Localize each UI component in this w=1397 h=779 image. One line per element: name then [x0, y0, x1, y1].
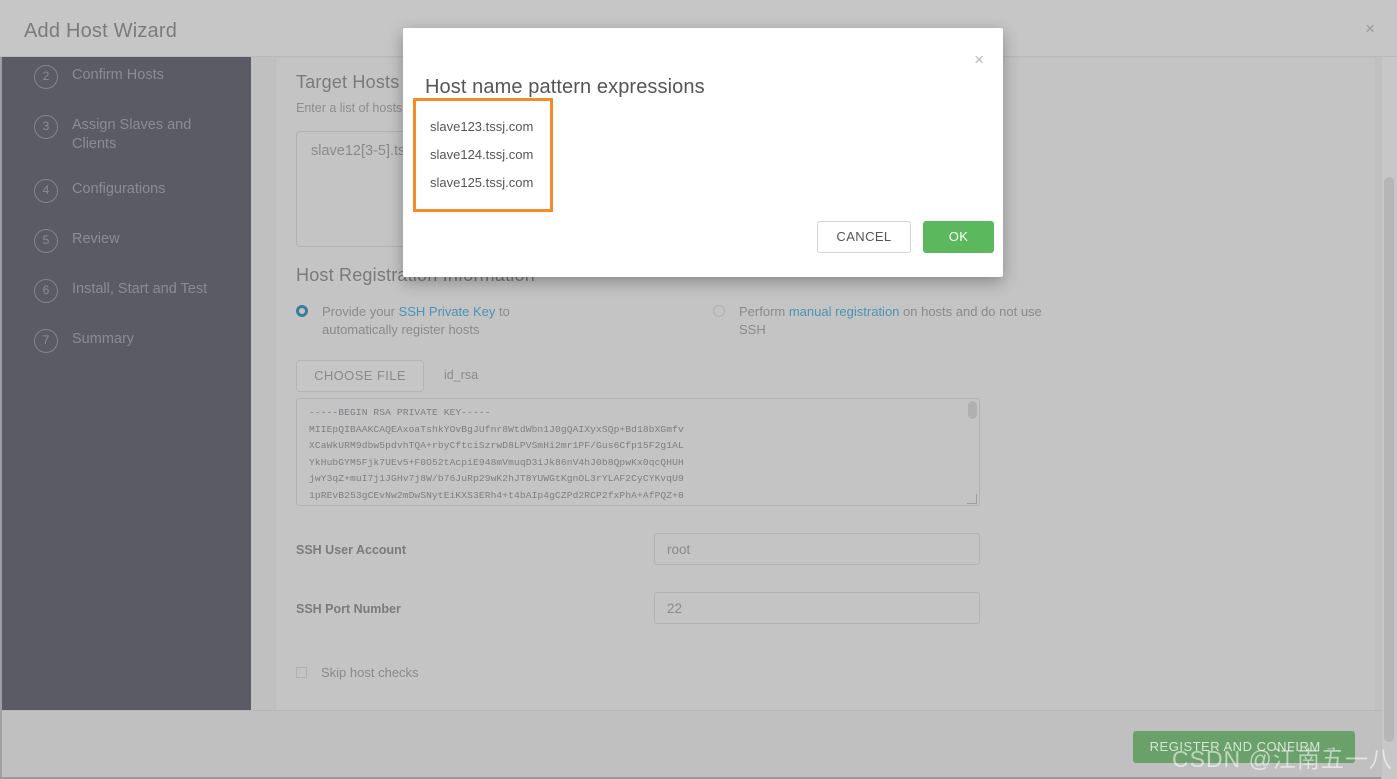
step-number: 5: [34, 229, 58, 253]
modal-close-icon[interactable]: ×: [974, 51, 984, 68]
add-host-wizard-screen: Add Host Wizard × 2 Confirm Hosts 3 Assign …: [0, 0, 1397, 779]
modal-footer: [403, 215, 1003, 277]
wizard-steps-sidebar: 2 Confirm Hosts 3 Assign Slaves and Clients…: [2, 57, 251, 710]
sidebar-step-3[interactable]: 3 Assign Slaves and Clients: [2, 115, 254, 154]
target-hosts-title: Target Hosts: [296, 72, 400, 92]
radio-unselected-icon: [713, 305, 725, 317]
ssh-port-number-label: SSH Port Number: [296, 602, 401, 616]
private-key-text: -----BEGIN RSA PRIVATE KEY----- MIIEpQIB…: [309, 407, 684, 501]
ssh-private-key-link[interactable]: SSH Private Key: [399, 304, 496, 319]
page-scrollbar-track[interactable]: [1381, 57, 1397, 779]
sidebar-step-7[interactable]: 7 Summary: [2, 329, 254, 353]
sidebar-step-5[interactable]: 5 Review: [2, 229, 254, 253]
host-name-pattern-modal: Host name pattern expressions × slave123…: [403, 28, 1003, 277]
register-and-confirm-button[interactable]: REGISTER AND CONFIRM →: [1133, 731, 1355, 763]
pattern-expansion-list: slave123.tssj.com slave124.tssj.com slave1…: [413, 98, 553, 212]
window-close-icon[interactable]: ×: [1365, 20, 1375, 37]
choose-file-button[interactable]: CHOOSE FILE: [296, 360, 424, 392]
page-title: Add Host Wizard: [24, 20, 178, 42]
ssh-user-account-input[interactable]: [654, 533, 980, 565]
step-label: Configurations: [72, 181, 166, 197]
pattern-list-item: slave124.tssj.com: [430, 147, 534, 162]
private-key-textarea[interactable]: -----BEGIN RSA PRIVATE KEY----- MIIEpQIB…: [296, 398, 980, 506]
skip-host-checks-row[interactable]: Skip host checks: [296, 665, 419, 680]
checkbox-icon[interactable]: [296, 667, 307, 678]
sidebar-step-4[interactable]: 4 Configurations: [2, 179, 254, 203]
skip-host-checks-label: Skip host checks: [321, 665, 419, 680]
step-label: Assign Slaves and Clients: [72, 117, 192, 152]
radio-option-manual-registration[interactable]: Perform manual registration on hosts and…: [713, 303, 1069, 339]
sidebar-step-2[interactable]: 2 Confirm Hosts: [2, 65, 254, 89]
manual-option-text-before: Perform: [739, 304, 789, 319]
private-key-scrollbar-thumb[interactable]: [968, 401, 977, 419]
step-number: 4: [34, 179, 58, 203]
ok-button[interactable]: OK: [923, 221, 994, 253]
sidebar-step-6[interactable]: 6 Install, Start and Test: [2, 279, 254, 303]
step-label: Review: [72, 231, 120, 247]
step-number: 2: [34, 65, 58, 89]
step-label: Install, Start and Test: [72, 281, 208, 297]
page-scrollbar-thumb[interactable]: [1384, 177, 1394, 742]
cancel-button[interactable]: CANCEL: [817, 221, 911, 253]
target-hosts-helper: Enter a list of hosts: [296, 101, 403, 115]
step-label: Confirm Hosts: [72, 67, 164, 83]
radio-selected-icon: [296, 305, 308, 317]
ssh-option-text-before: Provide your: [322, 304, 399, 319]
step-number: 7: [34, 329, 58, 353]
pattern-list-item: slave123.tssj.com: [430, 119, 534, 134]
selected-file-name: id_rsa: [444, 368, 479, 382]
ssh-user-account-label: SSH User Account: [296, 543, 406, 557]
radio-option-manual-label: Perform manual registration on hosts and…: [739, 303, 1069, 339]
ssh-port-number-input[interactable]: [654, 592, 980, 624]
step-number: 6: [34, 279, 58, 303]
step-number: 3: [34, 115, 58, 139]
pattern-list-item: slave125.tssj.com: [430, 175, 534, 190]
radio-option-ssh-key[interactable]: Provide your SSH Private Key to automati…: [296, 303, 582, 339]
radio-option-ssh-key-label: Provide your SSH Private Key to automati…: [322, 303, 582, 339]
step-label: Summary: [72, 331, 135, 347]
resize-handle-icon[interactable]: [967, 494, 977, 504]
modal-title: Host name pattern expressions: [425, 76, 705, 98]
manual-registration-link[interactable]: manual registration: [789, 304, 900, 319]
